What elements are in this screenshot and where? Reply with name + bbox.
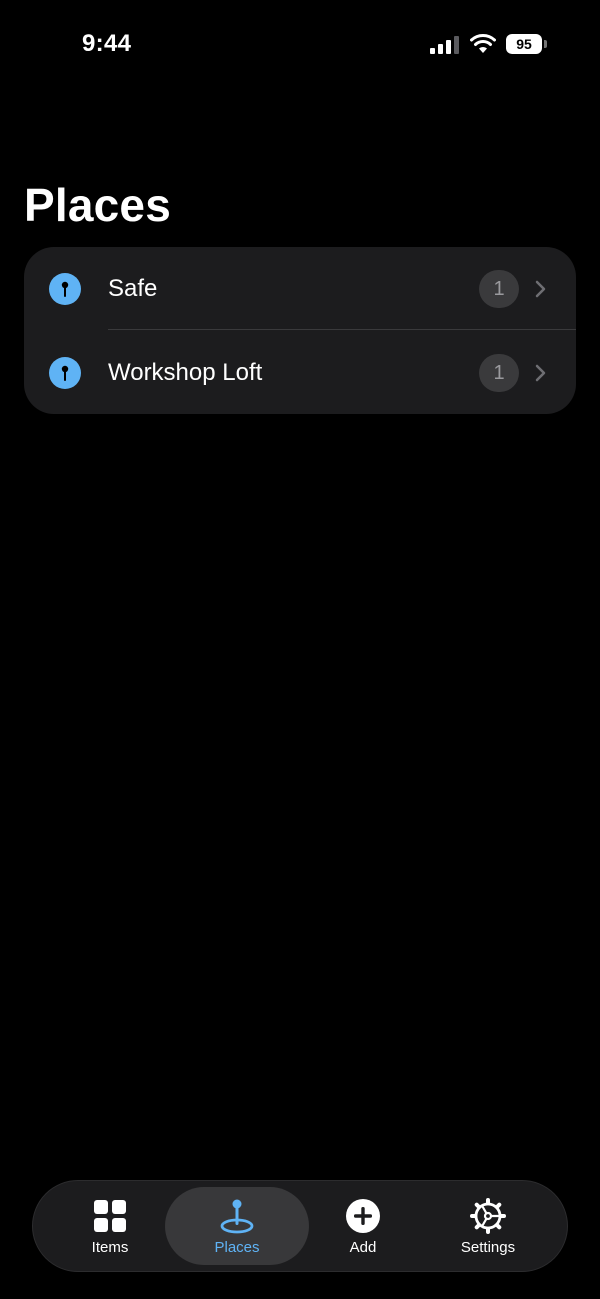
status-time: 9:44: [82, 30, 132, 57]
page-title: Places: [24, 179, 171, 231]
grid-icon: [94, 1200, 126, 1232]
plus-circle-icon: [346, 1199, 380, 1233]
tab-items[interactable]: Items: [48, 1181, 172, 1273]
item-count-badge: 1: [479, 354, 519, 392]
chevron-right-icon: [535, 364, 546, 382]
place-name: Safe: [108, 275, 158, 302]
map-pin-icon: [49, 357, 81, 389]
gear-icon: [470, 1198, 506, 1234]
chevron-right-icon: [535, 280, 546, 298]
battery-level: 95: [516, 36, 532, 52]
battery-icon: 95: [506, 34, 548, 54]
tab-add[interactable]: Add: [301, 1181, 425, 1273]
map-pin-icon: [49, 273, 81, 305]
places-list: Safe 1 Workshop Loft 1: [24, 247, 576, 414]
row-divider: [108, 329, 576, 330]
place-row-workshop-loft[interactable]: Workshop Loft 1: [24, 331, 576, 414]
tab-label: Places: [214, 1239, 260, 1256]
cellular-signal-icon: [430, 36, 459, 54]
item-count-badge: 1: [479, 270, 519, 308]
map-pin-icon: [220, 1199, 254, 1234]
tab-label: Add: [349, 1239, 377, 1256]
tab-bar: Items Places Add Settings: [32, 1180, 568, 1272]
tab-settings[interactable]: Settings: [426, 1181, 550, 1273]
tab-label: Items: [91, 1239, 129, 1256]
place-row-safe[interactable]: Safe 1: [24, 247, 576, 330]
place-name: Workshop Loft: [108, 359, 263, 386]
status-bar: 9:44 95: [0, 0, 600, 90]
tab-label: Settings: [460, 1239, 516, 1256]
tab-places[interactable]: Places: [165, 1181, 309, 1273]
wifi-icon: [470, 34, 496, 53]
